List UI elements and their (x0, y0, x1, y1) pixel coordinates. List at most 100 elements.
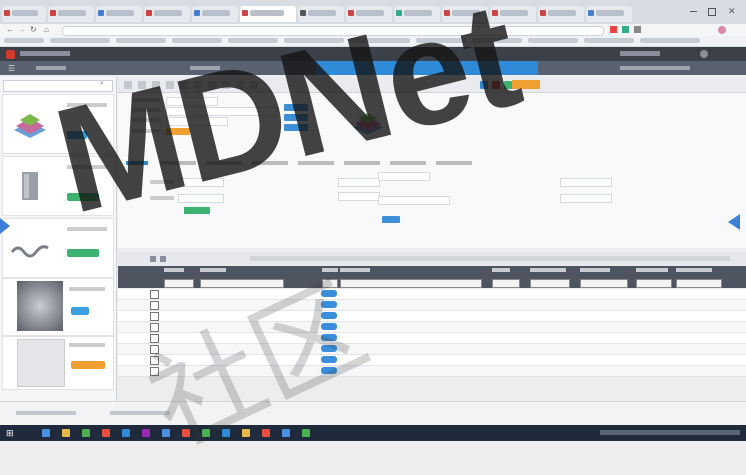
sidebar-item[interactable] (2, 156, 114, 216)
row-checkbox[interactable] (150, 356, 159, 365)
search-icon[interactable]: ⌕ (100, 80, 104, 88)
bookmark-item[interactable] (284, 38, 344, 43)
toolbar-button[interactable] (138, 81, 146, 89)
sidebar-search-input[interactable] (3, 80, 113, 92)
browser-tab[interactable] (442, 6, 488, 22)
toolbar-button[interactable] (480, 81, 488, 89)
tab-item[interactable] (160, 161, 196, 165)
taskbar-app-icon[interactable] (302, 429, 310, 437)
window-controls[interactable]: ✕ (690, 6, 740, 17)
sidebar-item[interactable] (2, 218, 114, 278)
form-field[interactable] (338, 178, 380, 187)
browser-tab[interactable] (48, 6, 94, 22)
toolbar-button[interactable] (180, 81, 188, 89)
browser-tab[interactable] (490, 6, 536, 22)
bookmark-item[interactable] (528, 38, 578, 43)
bookmark-item[interactable] (116, 38, 166, 43)
taskbar-app-icon[interactable] (142, 429, 150, 437)
row-checkbox[interactable] (150, 290, 159, 299)
maximize-icon[interactable] (708, 8, 716, 16)
toolbar-button[interactable] (504, 81, 512, 89)
table-row[interactable] (118, 300, 746, 311)
table-row[interactable] (118, 344, 746, 355)
taskbar-app-icon[interactable] (242, 429, 250, 437)
form-field[interactable] (378, 172, 430, 181)
bookmark-item[interactable] (228, 38, 278, 43)
taskbar-app-icon[interactable] (202, 429, 210, 437)
reload-icon[interactable]: ↻ (30, 25, 37, 34)
table-row[interactable] (118, 355, 746, 366)
nav-item[interactable] (190, 66, 220, 70)
toolbar-button[interactable] (222, 81, 230, 89)
tab-item[interactable] (298, 161, 334, 165)
toolbar-button[interactable] (208, 81, 216, 89)
grid-filter-input[interactable] (492, 279, 520, 288)
bookmark-item[interactable] (172, 38, 222, 43)
grid-filter-input[interactable] (636, 279, 672, 288)
browser-tab[interactable] (192, 6, 238, 22)
action-button[interactable] (382, 216, 400, 223)
taskbar-app-icon[interactable] (162, 429, 170, 437)
toolbar-button[interactable] (250, 81, 258, 89)
grid-filter-input[interactable] (164, 279, 194, 288)
browser-tab[interactable] (586, 6, 632, 22)
browser-tab[interactable] (394, 6, 440, 22)
taskbar-app-icon[interactable] (182, 429, 190, 437)
grid-tool-icon[interactable] (150, 256, 156, 262)
grid-filter-input[interactable] (340, 279, 482, 288)
minimize-icon[interactable] (690, 11, 697, 12)
browser-tab-active[interactable] (240, 6, 296, 22)
user-avatar[interactable] (700, 50, 708, 58)
taskbar-app-icon[interactable] (42, 429, 50, 437)
grid-filter-input[interactable] (200, 279, 284, 288)
form-field[interactable] (178, 194, 224, 203)
taskbar-app-icon[interactable] (62, 429, 70, 437)
back-icon[interactable]: ← (6, 25, 14, 34)
action-button[interactable] (284, 124, 308, 131)
table-row[interactable] (118, 289, 746, 300)
row-checkbox[interactable] (150, 334, 159, 343)
scroll-right-arrow[interactable] (728, 214, 740, 230)
browser-tab[interactable] (298, 6, 344, 22)
toolbar-button[interactable] (492, 81, 500, 89)
taskbar-app-icon[interactable] (82, 429, 90, 437)
toolbar-button[interactable] (166, 81, 174, 89)
tab-item[interactable] (206, 161, 242, 165)
home-icon[interactable]: ⌂ (44, 25, 49, 34)
grid-filter-input[interactable] (530, 279, 570, 288)
form-field[interactable] (166, 117, 228, 126)
toolbar-button[interactable] (236, 81, 244, 89)
grid-filter-input[interactable] (322, 279, 338, 288)
bookmark-item[interactable] (4, 38, 44, 43)
browser-tab[interactable] (144, 6, 190, 22)
bookmark-item[interactable] (640, 38, 700, 43)
sidebar-item[interactable] (2, 336, 114, 390)
toolbar-button[interactable] (194, 81, 202, 89)
close-icon[interactable]: ✕ (728, 6, 736, 17)
form-field[interactable] (560, 178, 612, 187)
form-field[interactable] (378, 196, 450, 205)
table-row[interactable] (118, 311, 746, 322)
sidebar-item[interactable] (2, 94, 114, 154)
taskbar-app-icon[interactable] (102, 429, 110, 437)
browser-tab[interactable] (96, 6, 142, 22)
tab-item[interactable] (436, 161, 472, 165)
download-item[interactable] (110, 411, 170, 415)
table-row[interactable] (118, 322, 746, 333)
grid-filter-input[interactable] (676, 279, 722, 288)
profile-avatar[interactable] (718, 26, 726, 34)
browser-tab[interactable] (538, 6, 584, 22)
tab-item[interactable] (126, 161, 148, 165)
bookmark-item[interactable] (472, 38, 522, 43)
menu-icon[interactable]: ☰ (8, 64, 15, 73)
search-field[interactable] (620, 51, 660, 56)
form-field[interactable] (338, 192, 380, 201)
active-workspace-tab[interactable] (316, 61, 538, 75)
grid-filter-input[interactable] (580, 279, 628, 288)
download-item[interactable] (16, 411, 76, 415)
tab-item[interactable] (252, 161, 288, 165)
sidebar-item[interactable] (2, 278, 114, 336)
bookmark-item[interactable] (350, 38, 410, 43)
row-checkbox[interactable] (150, 367, 159, 376)
taskbar-app-icon[interactable] (122, 429, 130, 437)
